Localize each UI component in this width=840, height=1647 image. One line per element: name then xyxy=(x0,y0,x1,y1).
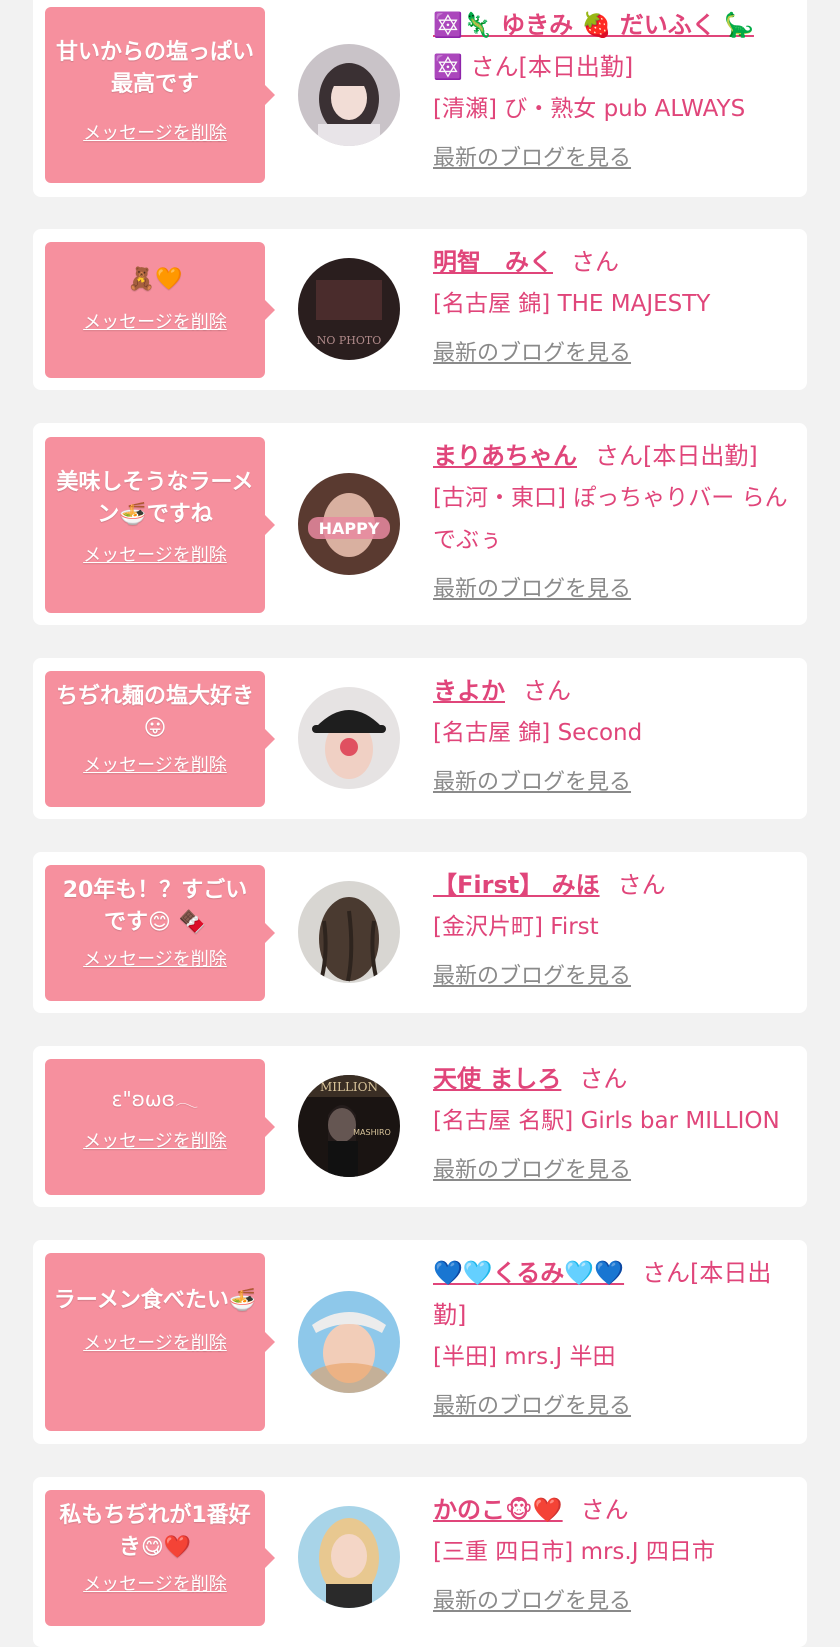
message-card: ラーメン食べたい🍜 メッセージを削除 💙🩵くるみ🩵💙 さん[本日出勤] [半田] … xyxy=(33,1240,807,1444)
view-blog-link[interactable]: 最新のブログを見る xyxy=(433,335,631,367)
message-text: ラーメン食べたい🍜 xyxy=(53,1288,257,1313)
cast-name-link[interactable]: 【First】 みほ xyxy=(433,871,600,899)
message-bubble: 私もちぢれが1番好き😋❤️ メッセージを削除 xyxy=(45,1490,275,1626)
hair-back-avatar-icon xyxy=(298,881,400,983)
avatar[interactable] xyxy=(298,1291,400,1393)
cast-name-link[interactable]: 💙🩵くるみ🩵💙 xyxy=(433,1259,624,1287)
message-bubble: ε"ʚωɞ𓂃 メッセージを削除 xyxy=(45,1059,275,1195)
cast-info: きよか さん [名古屋 錦] Second 最新のブログを見る xyxy=(433,670,795,796)
girl-photo-avatar-icon xyxy=(298,44,400,146)
cast-suffix: さん[本日出勤] xyxy=(595,442,758,470)
view-blog-link[interactable]: 最新のブログを見る xyxy=(433,1583,631,1615)
message-bubble: ラーメン食べたい🍜 メッセージを削除 xyxy=(45,1253,275,1431)
svg-text:NO PHOTO: NO PHOTO xyxy=(317,334,382,347)
shop-name: [清瀬] び・熟女 pub ALWAYS xyxy=(433,96,746,122)
cap-girl-avatar-icon xyxy=(298,687,400,789)
no-photo-avatar-icon: NO PHOTO xyxy=(298,258,400,360)
delete-message-button[interactable]: メッセージを削除 xyxy=(83,119,227,145)
cast-info: 天使 ましろ さん [名古屋 名駅] Girls bar MILLION 最新のブ… xyxy=(433,1058,795,1184)
message-text: 私もちぢれが1番好き😋❤️ xyxy=(59,1503,251,1560)
cast-suffix: さん xyxy=(579,1065,628,1093)
cast-name-link[interactable]: 🔯🦎 ゆきみ 🍓 だいふく 🦕 xyxy=(433,11,754,39)
happy-photo-avatar-icon: HAPPY xyxy=(298,473,400,575)
shop-name: [古河・東口] ぽっちゃりバー らんでぶぅ xyxy=(433,485,788,553)
shop-name: [三重 四日市] mrs.J 四日市 xyxy=(433,1539,715,1565)
message-bubble: 甘いからの塩っぱい最高です メッセージを削除 xyxy=(45,7,275,183)
view-blog-link[interactable]: 最新のブログを見る xyxy=(433,1388,631,1420)
avatar[interactable] xyxy=(298,1506,400,1608)
cast-name-link[interactable]: まりあちゃん xyxy=(433,442,577,470)
cast-info: 【First】 みほ さん [金沢片町] First 最新のブログを見る xyxy=(433,864,795,990)
message-card: 🧸🧡 メッセージを削除 NO PHOTO 明智 みく さん [名古屋 錦] THE… xyxy=(33,229,807,390)
cast-suffix: さん xyxy=(523,677,571,705)
cast-suffix: さん xyxy=(617,871,666,899)
delete-message-button[interactable]: メッセージを削除 xyxy=(83,1127,227,1153)
message-bubble: 20年も！？すごいです😊 🍫 メッセージを削除 xyxy=(45,865,275,1001)
message-card: 20年も！？すごいです😊 🍫 メッセージを削除 【First】 みほ さん [金沢… xyxy=(33,852,807,1013)
message-text: 美味しそうなラーメン🍜ですね xyxy=(56,470,254,527)
view-blog-link[interactable]: 最新のブログを見る xyxy=(433,140,631,172)
avatar[interactable] xyxy=(298,44,400,146)
message-bubble: ちぢれ麺の塩大好き😛 メッセージを削除 xyxy=(45,671,275,807)
view-blog-link[interactable]: 最新のブログを見る xyxy=(433,958,631,990)
shop-name: [名古屋 錦] THE MAJESTY xyxy=(433,291,711,317)
cast-suffix: さん xyxy=(571,248,619,276)
message-bubble: 美味しそうなラーメン🍜ですね メッセージを削除 xyxy=(45,437,275,613)
delete-message-button[interactable]: メッセージを削除 xyxy=(83,1570,227,1596)
delete-message-button[interactable]: メッセージを削除 xyxy=(83,308,227,334)
cast-name-link[interactable]: きよか xyxy=(433,677,505,705)
message-text: ε"ʚωɞ𓂃 xyxy=(111,1087,199,1111)
cast-info: かのこ🐵❤️ さん [三重 四日市] mrs.J 四日市 最新のブログを見る xyxy=(433,1489,795,1615)
cast-suffix: さん xyxy=(580,1496,629,1524)
message-card: ちぢれ麺の塩大好き😛 メッセージを削除 きよか さん [名古屋 錦] Second… xyxy=(33,658,807,819)
message-card: 甘いからの塩っぱい最高です メッセージを削除 🔯🦎 ゆきみ 🍓 だいふく 🦕 🔯… xyxy=(33,0,807,197)
view-blog-link[interactable]: 最新のブログを見る xyxy=(433,1152,631,1184)
view-blog-link[interactable]: 最新のブログを見る xyxy=(433,764,631,796)
message-card: 美味しそうなラーメン🍜ですね メッセージを削除 HAPPY まりあちゃん さん[本… xyxy=(33,423,807,625)
cast-info: 💙🩵くるみ🩵💙 さん[本日出勤] [半田] mrs.J 半田 最新のブログを見る xyxy=(433,1252,795,1420)
delete-message-button[interactable]: メッセージを削除 xyxy=(83,541,227,567)
avatar[interactable] xyxy=(298,881,400,983)
svg-text:MILLION: MILLION xyxy=(320,1080,378,1094)
cast-info: まりあちゃん さん[本日出勤] [古河・東口] ぽっちゃりバー らんでぶぅ 最新の… xyxy=(433,435,795,603)
shop-name: [半田] mrs.J 半田 xyxy=(433,1344,616,1370)
avatar[interactable]: NO PHOTO xyxy=(298,258,400,360)
message-text: 甘いからの塩っぱい最高です xyxy=(55,40,254,97)
cast-info: 明智 みく さん [名古屋 錦] THE MAJESTY 最新のブログを見る xyxy=(433,241,795,367)
svg-text:MASHIRO: MASHIRO xyxy=(353,1128,391,1137)
shop-name: [金沢片町] First xyxy=(433,914,599,940)
blonde-girl-avatar-icon xyxy=(298,1506,400,1608)
shop-name: [名古屋 錦] Second xyxy=(433,720,643,746)
view-blog-link[interactable]: 最新のブログを見る xyxy=(433,571,631,603)
shop-name: [名古屋 名駅] Girls bar MILLION xyxy=(433,1108,780,1134)
cast-name-link[interactable]: 天使 ましろ xyxy=(433,1065,561,1093)
cast-suffix: 🔯 さん[本日出勤] xyxy=(433,53,634,81)
delete-message-button[interactable]: メッセージを削除 xyxy=(83,1329,227,1355)
avatar[interactable] xyxy=(298,687,400,789)
cast-name-link[interactable]: かのこ🐵❤️ xyxy=(433,1496,563,1524)
avatar[interactable]: MILLION MASHIRO xyxy=(298,1075,400,1177)
visor-girl-avatar-icon xyxy=(298,1291,400,1393)
delete-message-button[interactable]: メッセージを削除 xyxy=(83,945,227,971)
message-text: ちぢれ麺の塩大好き😛 xyxy=(55,684,254,741)
million-poster-avatar-icon: MILLION MASHIRO xyxy=(298,1075,400,1177)
message-card: ε"ʚωɞ𓂃 メッセージを削除 MILLION MASHIRO 天使 ましろ さん… xyxy=(33,1046,807,1207)
message-bubble: 🧸🧡 メッセージを削除 xyxy=(45,242,275,378)
cast-name-link[interactable]: 明智 みく xyxy=(433,248,553,276)
message-text: 🧸🧡 xyxy=(127,267,183,292)
avatar[interactable]: HAPPY xyxy=(298,473,400,575)
message-text: 20年も！？すごいです😊 🍫 xyxy=(62,878,248,935)
cast-info: 🔯🦎 ゆきみ 🍓 だいふく 🦕 🔯 さん[本日出勤] [清瀬] び・熟女 pub… xyxy=(433,4,795,172)
svg-text:HAPPY: HAPPY xyxy=(319,519,380,538)
message-card: 私もちぢれが1番好き😋❤️ メッセージを削除 かのこ🐵❤️ さん [三重 四日市]… xyxy=(33,1477,807,1647)
delete-message-button[interactable]: メッセージを削除 xyxy=(83,751,227,777)
